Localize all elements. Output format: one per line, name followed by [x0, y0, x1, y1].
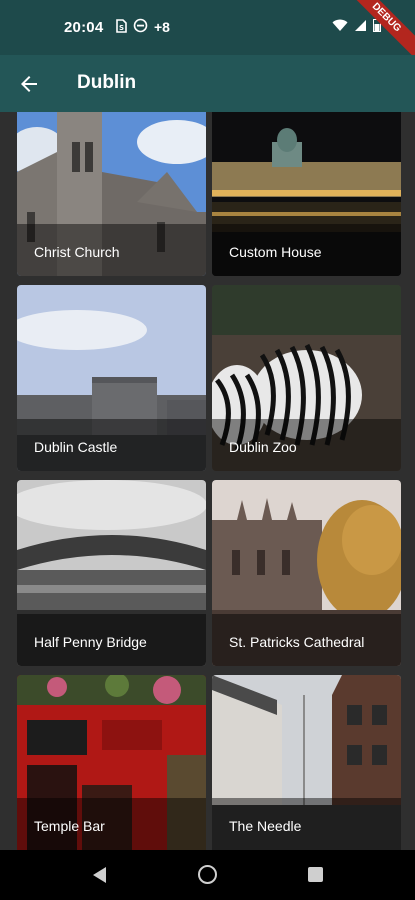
- place-card-christ-church[interactable]: Christ Church: [17, 112, 206, 276]
- page-title: Dublin: [77, 72, 137, 93]
- place-name: St. Patricks Cathedral: [229, 634, 365, 650]
- wifi-icon: [332, 19, 348, 37]
- dnd-icon: [133, 18, 148, 36]
- place-card-custom-house[interactable]: Custom House: [212, 112, 401, 276]
- place-card-dublin-castle[interactable]: Dublin Castle: [17, 285, 206, 471]
- place-card-half-penny-bridge[interactable]: Half Penny Bridge: [17, 480, 206, 666]
- nav-recents-icon[interactable]: [308, 867, 323, 882]
- place-name: Custom House: [229, 244, 322, 260]
- place-card-the-needle[interactable]: The Needle: [212, 675, 401, 850]
- nav-back-icon[interactable]: [92, 866, 108, 884]
- system-nav-bar: [0, 850, 415, 900]
- place-name: The Needle: [229, 818, 302, 834]
- place-card-temple-bar[interactable]: Temple Bar: [17, 675, 206, 850]
- status-time: 20:04: [64, 19, 104, 36]
- notification-icons: S +8: [115, 18, 170, 36]
- place-card-dublin-zoo[interactable]: Dublin Zoo: [212, 285, 401, 471]
- place-name: Christ Church: [34, 244, 120, 260]
- place-name: Dublin Castle: [34, 439, 118, 455]
- system-icons: [332, 18, 381, 37]
- app-bar: Dublin: [0, 55, 415, 112]
- sim-icon: S: [115, 18, 127, 36]
- status-bar: 20:04 S +8 DEBUG: [0, 0, 415, 63]
- place-name: Dublin Zoo: [229, 439, 297, 455]
- signal-icon: [354, 19, 367, 37]
- arrow-back-icon: [21, 76, 37, 92]
- back-button[interactable]: [14, 69, 44, 99]
- place-name: Temple Bar: [34, 818, 105, 834]
- place-card-st-patricks-cathedral[interactable]: St. Patricks Cathedral: [212, 480, 401, 666]
- notification-count: +8: [154, 19, 170, 35]
- nav-home-icon[interactable]: [198, 865, 217, 884]
- place-name: Half Penny Bridge: [34, 634, 147, 650]
- places-grid: Christ Church Custom House Dublin Castle…: [0, 112, 415, 850]
- svg-text:S: S: [119, 24, 124, 32]
